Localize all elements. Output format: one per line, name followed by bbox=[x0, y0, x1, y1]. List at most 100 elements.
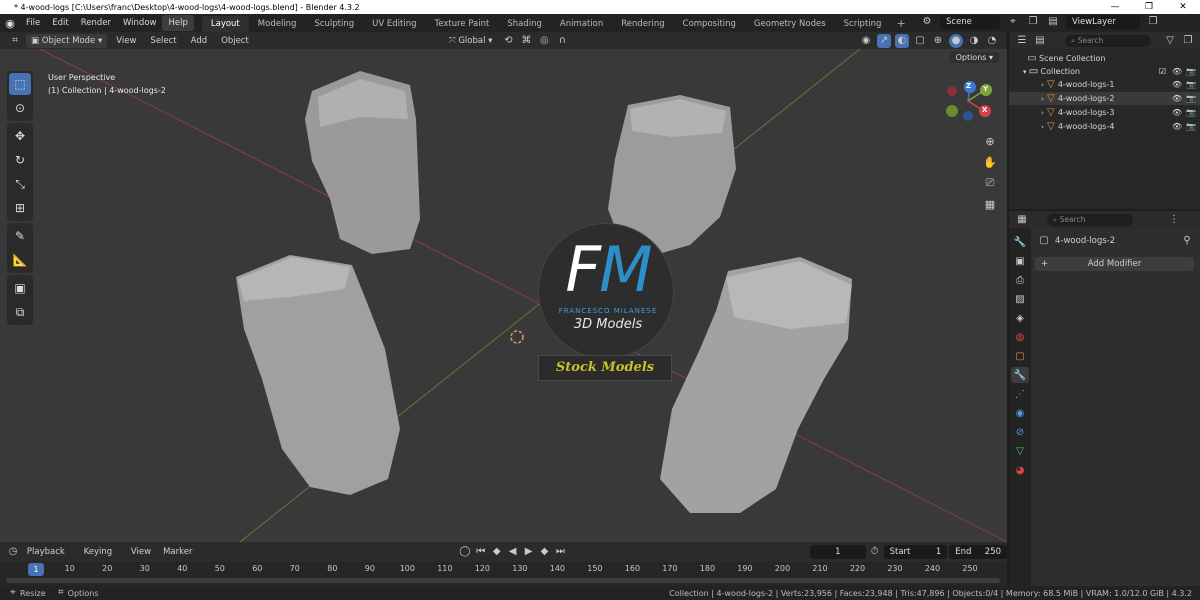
properties-search-input[interactable]: ⌕ Search bbox=[1047, 213, 1133, 226]
data-tab-icon[interactable]: ▽ bbox=[1011, 443, 1029, 459]
tab-layout[interactable]: Layout bbox=[201, 16, 249, 32]
pin-scene-icon[interactable]: ⌖ bbox=[1006, 15, 1020, 29]
viewport-menu-select[interactable]: Select bbox=[145, 34, 181, 48]
tab-sculpting[interactable]: Sculpting bbox=[305, 16, 363, 32]
eye-icon[interactable]: 👁 bbox=[1172, 108, 1182, 117]
viewport-menu-add[interactable]: Add bbox=[186, 34, 212, 48]
tab-rendering[interactable]: Rendering bbox=[612, 16, 673, 32]
eye-icon[interactable]: 👁 bbox=[1172, 94, 1182, 103]
modifier-tab-icon[interactable]: 🔧 bbox=[1011, 367, 1029, 383]
3d-viewport[interactable]: User Perspective (1) Collection | 4-wood… bbox=[0, 49, 1007, 542]
tab-texture-paint[interactable]: Texture Paint bbox=[426, 16, 499, 32]
gizmo-toggle-icon[interactable]: ↗ bbox=[877, 33, 891, 48]
tab-scripting[interactable]: Scripting bbox=[835, 16, 891, 32]
gizmo-z-label[interactable]: Z bbox=[966, 82, 971, 90]
filter-icon[interactable]: ▽ bbox=[1163, 34, 1177, 48]
overlays-icon[interactable]: ◐ bbox=[895, 33, 909, 48]
mode-selector[interactable]: ▣ Object Mode ▾ bbox=[26, 33, 108, 48]
outliner-item-4-wood-logs-3[interactable]: › ▽ 4-wood-logs-3 👁 📷 bbox=[1009, 106, 1200, 119]
world-tab-icon[interactable]: ◍ bbox=[1011, 329, 1029, 345]
move-tool-icon[interactable]: ✥ bbox=[9, 125, 31, 147]
properties-editor-icon[interactable]: ▦ bbox=[1015, 213, 1029, 227]
frame-cursor[interactable]: 1 bbox=[28, 563, 44, 576]
shading-material-icon[interactable]: ◑ bbox=[967, 34, 981, 48]
camera-icon[interactable]: 📷 bbox=[1186, 94, 1196, 103]
tab-uv-editing[interactable]: UV Editing bbox=[363, 16, 425, 32]
snap-icon[interactable]: ⌘ bbox=[519, 34, 533, 48]
timeline-menu-view[interactable]: View bbox=[126, 545, 156, 559]
camera-view-icon[interactable]: ⎚ bbox=[980, 173, 1000, 193]
constraints-tab-icon[interactable]: ⊘ bbox=[1011, 424, 1029, 440]
zoom-icon[interactable]: ⊕ bbox=[980, 131, 1000, 151]
viewport-menu-view[interactable]: View bbox=[111, 34, 141, 48]
start-frame-field[interactable]: Start 1 bbox=[883, 545, 948, 559]
outliner-editor-icon[interactable]: ☰ bbox=[1015, 34, 1029, 48]
timeline-editor-icon[interactable]: ◷ bbox=[6, 545, 20, 559]
physics-tab-icon[interactable]: ◉ bbox=[1011, 405, 1029, 421]
add-modifier-button[interactable]: + Add Modifier bbox=[1035, 257, 1194, 271]
tab-animation[interactable]: Animation bbox=[551, 16, 612, 32]
options-button[interactable]: Options ▾ bbox=[949, 52, 999, 63]
record-icon[interactable]: ◯ bbox=[458, 545, 472, 559]
viewport-menu-object[interactable]: Object bbox=[216, 34, 254, 48]
shading-solid-icon[interactable]: ● bbox=[949, 33, 963, 48]
object-tab-icon[interactable]: ▢ bbox=[1011, 348, 1029, 364]
eye-icon[interactable]: 👁 bbox=[1172, 122, 1182, 131]
view-layer-tab-icon[interactable]: ▨ bbox=[1011, 291, 1029, 307]
output-tab-icon[interactable]: ⎙ bbox=[1011, 272, 1029, 288]
add-cube-tool-icon[interactable]: ▣ bbox=[9, 277, 31, 299]
camera-icon[interactable]: 📷 bbox=[1186, 80, 1196, 89]
menu-file[interactable]: File bbox=[20, 15, 46, 31]
transform-orientation-dropdown[interactable]: ⤧ Global ▾ bbox=[444, 34, 498, 48]
outliner-item-4-wood-logs-2[interactable]: › ▽ 4-wood-logs-2 👁 📷 bbox=[1009, 92, 1200, 105]
timeline-menu-marker[interactable]: Marker bbox=[158, 545, 197, 559]
view-layer-icon[interactable]: ▤ bbox=[1046, 15, 1060, 29]
camera-icon[interactable]: 📷 bbox=[1186, 108, 1196, 117]
particles-tab-icon[interactable]: ⋰ bbox=[1011, 386, 1029, 402]
visibility-icon[interactable]: ◉ bbox=[859, 34, 873, 48]
stopwatch-icon[interactable]: ⏱ bbox=[868, 545, 882, 559]
rotate-tool-icon[interactable]: ↻ bbox=[9, 149, 31, 171]
gizmo-x-label[interactable]: X bbox=[982, 106, 987, 114]
outliner-item-4-wood-logs-1[interactable]: › ▽ 4-wood-logs-1 👁 📷 bbox=[1009, 78, 1200, 91]
ortho-grid-icon[interactable]: ▦ bbox=[980, 194, 1000, 214]
proportional-edit-icon[interactable]: ◎ bbox=[537, 34, 551, 48]
camera-icon[interactable]: 📷 bbox=[1186, 67, 1196, 76]
editor-type-icon[interactable]: ⌗ bbox=[8, 34, 22, 48]
cursor-tool-icon[interactable]: ⊙ bbox=[9, 97, 31, 119]
add-workspace-button[interactable]: + bbox=[890, 16, 911, 32]
falloff-icon[interactable]: ∩ bbox=[555, 34, 569, 48]
gizmo-y-label[interactable]: Y bbox=[983, 85, 988, 93]
outliner-collection[interactable]: ▾ ▭ Collection ☑ 👁 📷 bbox=[1009, 65, 1200, 78]
timeline-menu-playback[interactable]: Playback ▾ bbox=[22, 545, 77, 571]
maximize-button[interactable]: ❐ bbox=[1132, 0, 1166, 14]
transform-tool-icon[interactable]: ⊞ bbox=[9, 197, 31, 219]
jump-start-icon[interactable]: ⏮ bbox=[474, 545, 488, 559]
scene-name-field[interactable]: Scene bbox=[940, 15, 1000, 29]
play-icon[interactable]: ▶ bbox=[522, 545, 536, 559]
render-tab-icon[interactable]: ▣ bbox=[1011, 253, 1029, 269]
new-scene-icon[interactable]: ❐ bbox=[1026, 15, 1040, 29]
select-box-tool-icon[interactable]: ⬚ bbox=[9, 73, 31, 95]
next-keyframe-icon[interactable]: ◆ bbox=[538, 545, 552, 559]
play-reverse-icon[interactable]: ◀ bbox=[506, 545, 520, 559]
scale-tool-icon[interactable]: ⤡ bbox=[9, 173, 31, 195]
timeline-scrollbar[interactable] bbox=[6, 578, 1000, 583]
prev-keyframe-icon[interactable]: ◆ bbox=[490, 545, 504, 559]
timeline-area[interactable]: 10 20 30 40 50 60 70 80 90 100 110 120 130 140 150 160 1… bbox=[0, 562, 1007, 586]
new-view-layer-icon[interactable]: ❐ bbox=[1146, 15, 1160, 29]
tab-modeling[interactable]: Modeling bbox=[249, 16, 306, 32]
eye-icon[interactable]: 👁 bbox=[1172, 80, 1182, 89]
tab-compositing[interactable]: Compositing bbox=[674, 16, 745, 32]
tool-tab-icon[interactable]: 🔧 bbox=[1011, 234, 1029, 250]
menu-render[interactable]: Render bbox=[75, 15, 117, 31]
tab-geometry-nodes[interactable]: Geometry Nodes bbox=[745, 16, 835, 32]
menu-edit[interactable]: Edit bbox=[46, 15, 74, 31]
outliner-item-4-wood-logs-4[interactable]: › ▽ 4-wood-logs-4 👁 📷 bbox=[1009, 120, 1200, 133]
close-window-button[interactable]: ✕ bbox=[1166, 0, 1200, 14]
menu-help[interactable]: Help bbox=[162, 15, 194, 31]
xray-icon[interactable]: ▢ bbox=[913, 34, 927, 48]
outliner-search-input[interactable]: ⌕ Search bbox=[1065, 34, 1151, 47]
pin-properties-icon[interactable]: ⚲ bbox=[1180, 234, 1194, 248]
minimize-button[interactable]: — bbox=[1098, 0, 1132, 14]
